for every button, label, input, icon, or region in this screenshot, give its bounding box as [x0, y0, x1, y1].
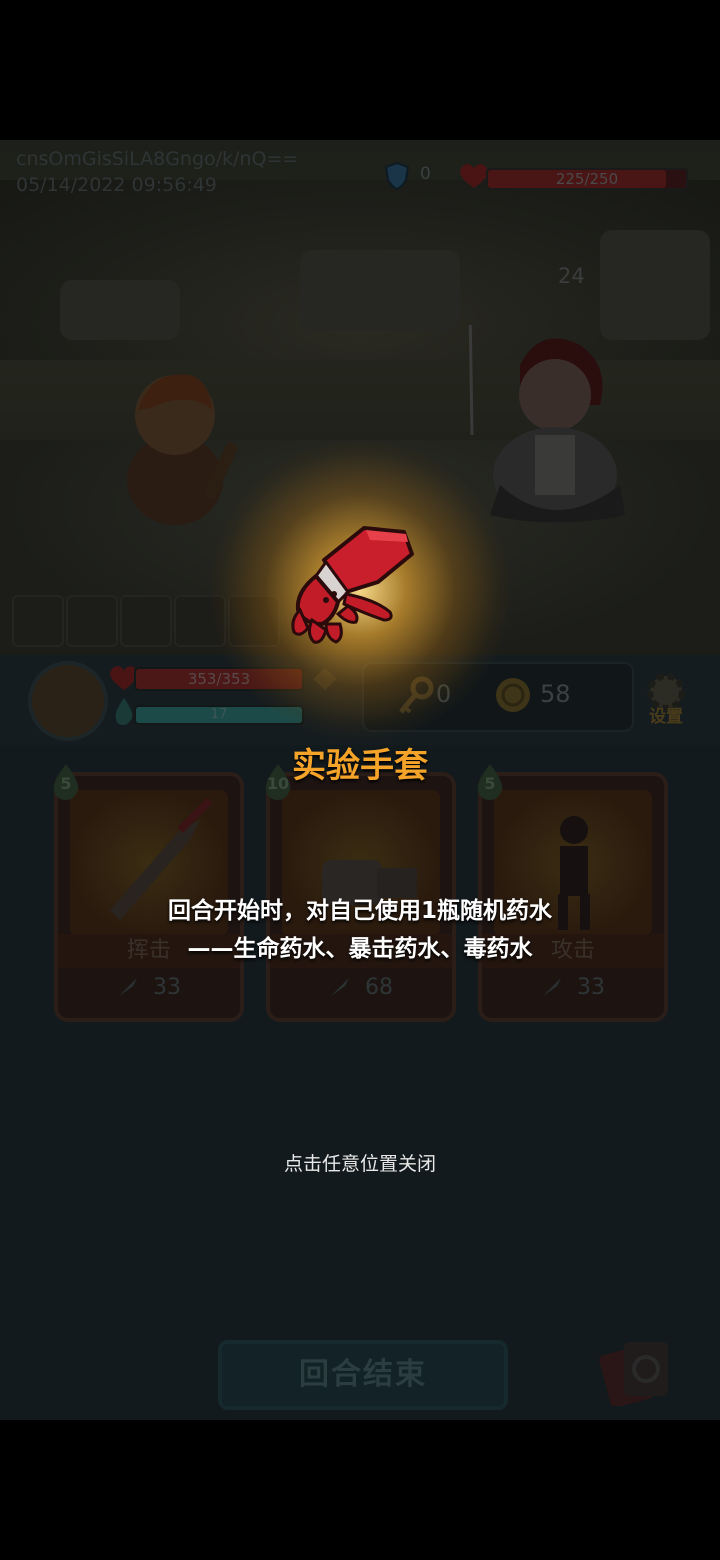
relic-name: 实验手套: [292, 746, 428, 786]
relic-description: 回合开始时，对自己使用1瓶随机药水 ——生命药水、暴击药水、毒药水: [0, 892, 720, 968]
glove-icon: [291, 526, 414, 644]
popup-overlay[interactable]: 实验手套 回合开始时，对自己使用1瓶随机药水 ——生命药水、暴击药水、毒药水 点…: [0, 0, 720, 1560]
close-hint[interactable]: 点击任意位置关闭: [0, 1149, 720, 1176]
relic-description-line: ——生命药水、暴击药水、毒药水: [187, 936, 533, 962]
relic-description-line: 回合开始时，对自己使用1瓶随机药水: [167, 898, 552, 924]
